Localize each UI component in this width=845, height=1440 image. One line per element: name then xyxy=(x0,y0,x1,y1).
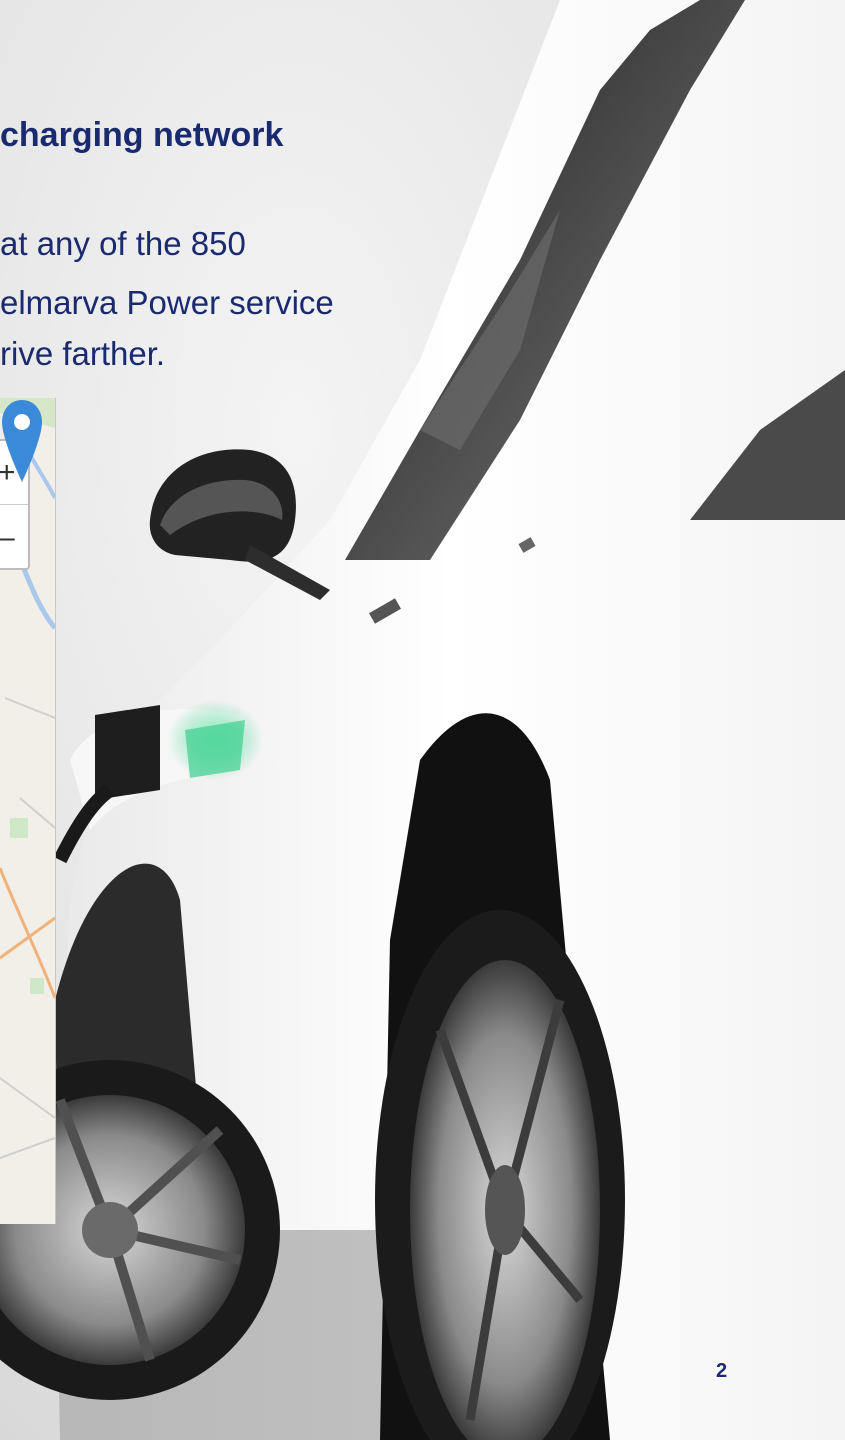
car-image xyxy=(0,0,845,1440)
location-pin-icon[interactable] xyxy=(0,398,44,484)
body-text-line-3: rive farther. xyxy=(0,335,166,372)
charging-map[interactable]: + – xyxy=(0,398,56,1224)
slide-heading: charging network xyxy=(0,116,284,154)
body-text-line-1: at any of the 850 xyxy=(0,225,246,262)
body-text-line-2: elmarva Power service xyxy=(0,284,334,321)
zoom-out-button[interactable]: – xyxy=(0,506,28,570)
page-number: 2 xyxy=(716,1360,728,1382)
